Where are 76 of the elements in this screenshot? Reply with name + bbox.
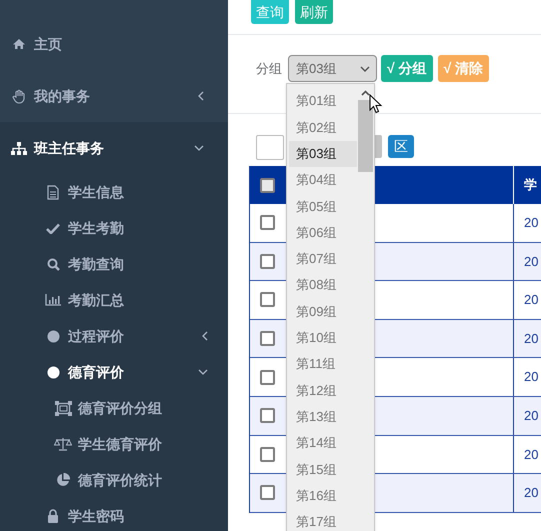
group-select[interactable]: 第03组 [288,55,377,82]
menu-item[interactable]: 主页 [0,18,228,70]
dropdown-option[interactable]: 第08组 [289,272,357,298]
chevron-left-icon [202,331,208,341]
action-button[interactable]: √ 分组 [381,55,433,82]
chevron-down-icon [360,66,370,72]
table-cell-text: 20 [524,484,538,502]
pie-chart-icon [56,473,70,487]
table-cell-text: 20 [524,368,538,386]
column-header: 学 [524,176,537,194]
checkbox[interactable] [260,408,275,424]
circle-icon [46,330,60,342]
menu-item[interactable]: 班主任事务 [0,122,228,174]
menu-item[interactable]: 学生信息 [0,174,228,210]
checkbox[interactable] [260,446,275,462]
search-icon [46,258,60,270]
filter-label: 分组 [256,60,282,78]
frame-icon [54,400,72,416]
table-cell-text: 20 [524,214,538,232]
menu-item[interactable]: 学生考勤 [0,210,228,246]
input-field[interactable] [256,135,284,160]
toolbar-button[interactable]: 刷新 [295,0,333,24]
dropdown-option[interactable]: 第04组 [289,166,357,194]
menu-item[interactable]: 学生德育评价 [0,426,228,462]
table-cell-text: 20 [524,291,538,310]
menu-item[interactable]: 过程评价 [0,318,228,354]
table-cell-text: 20 [524,446,538,464]
dropdown-option[interactable]: 第05组 [289,193,357,220]
menu-item[interactable]: 德育评价分组 [0,390,228,426]
document-icon [47,184,59,200]
menu-item[interactable]: 我的事务 [0,70,228,122]
dropdown-option[interactable]: 第14组 [289,430,357,456]
checkbox[interactable] [260,254,275,269]
home-icon [12,38,26,50]
circle-icon [46,366,60,378]
scrollbar-thumb[interactable] [358,100,373,172]
dropdown-option[interactable]: 第15组 [289,456,357,482]
chevron-down-icon [198,369,208,375]
table-cell-text: 20 [524,252,538,271]
menu-item[interactable]: 德育评价 [0,354,228,390]
dropdown-option[interactable]: 第07组 [289,246,357,272]
dropdown-option[interactable]: 第02组 [289,114,357,141]
dropdown-option[interactable]: 第06组 [289,219,357,246]
menu-item[interactable]: 考勤查询 [0,246,228,282]
menu-item[interactable]: 德育评价统计 [0,462,228,498]
chevron-left-icon [198,91,204,101]
menu-item[interactable]: 考勤汇总 [0,282,228,318]
cursor-icon [369,94,383,114]
dropdown-option[interactable]: 第09组 [289,298,357,325]
toolbar-button[interactable]: 查询 [251,0,289,24]
menu-item[interactable]: 学生密码 [0,498,228,531]
dropdown-option[interactable]: 第17组 [289,508,357,531]
scale-icon [54,437,72,451]
dropdown-option[interactable]: 第16组 [289,482,357,509]
dropdown-option[interactable]: 第03组 [289,140,357,167]
sitemap-icon [11,142,27,154]
lock-icon [47,509,59,523]
scroll-up-icon[interactable] [361,90,370,96]
action-button[interactable]: 区 [388,135,414,158]
dropdown-option[interactable]: 第11组 [289,350,357,378]
checkbox[interactable] [260,370,275,385]
dropdown-option[interactable]: 第13组 [289,404,357,430]
checkbox[interactable] [260,331,275,346]
hand-icon [12,88,26,104]
chevron-down-icon [194,145,204,151]
dropdown-option[interactable]: 第12组 [289,377,357,404]
dropdown-option[interactable]: 第01组 [289,88,357,114]
table-cell-text: 20 [524,407,538,426]
checkbox[interactable] [260,485,275,500]
checkbox[interactable] [260,292,275,308]
check-icon [46,222,60,234]
dropdown-option[interactable]: 第10组 [289,324,357,351]
bar-chart-icon [45,294,61,306]
checkbox[interactable] [260,178,275,192]
checkbox[interactable] [260,215,275,230]
table-cell-text: 20 [524,330,538,348]
